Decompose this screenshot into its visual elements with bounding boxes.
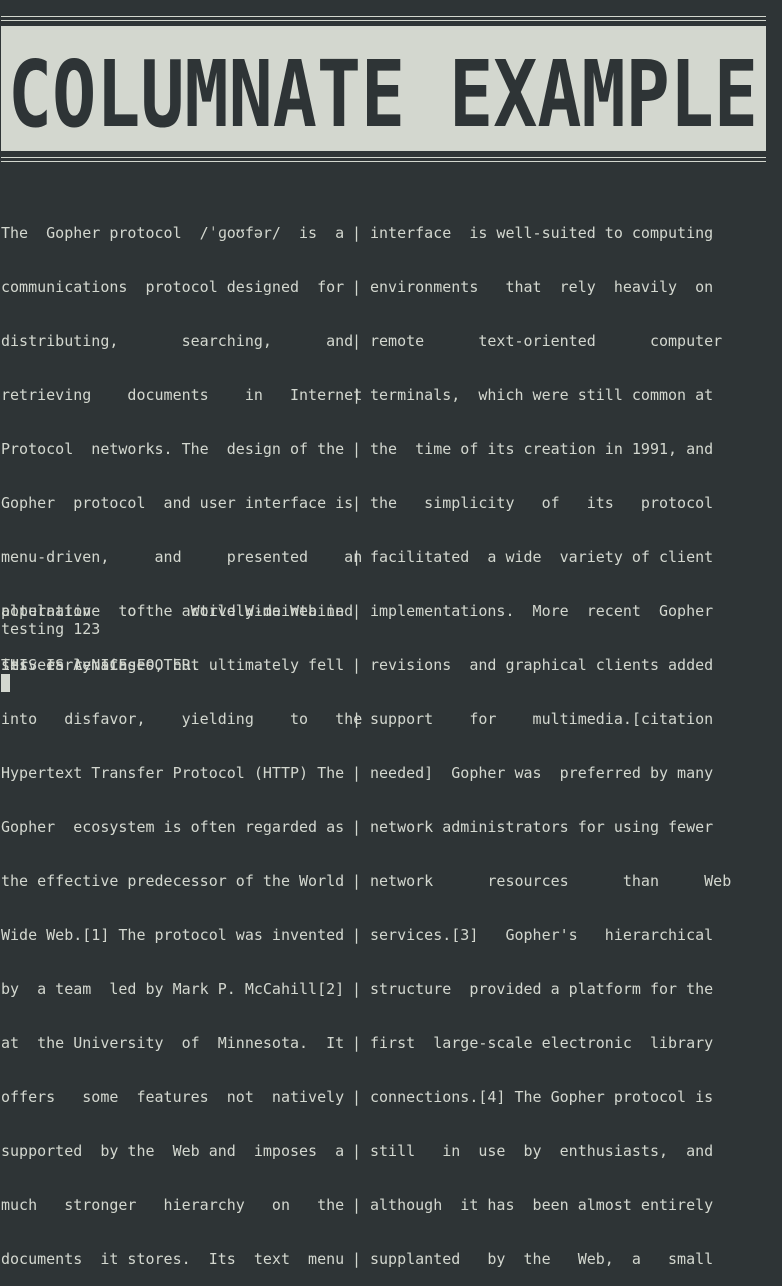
top-rule-1: [1, 16, 766, 17]
right-line: first large-scale electronic library: [370, 1034, 714, 1052]
right-line: the simplicity of its protocol: [370, 494, 714, 512]
right-line: connections.[4] The Gopher protocol is: [370, 1088, 714, 1106]
right-line: remote text-oriented computer: [370, 332, 723, 350]
separator-bar: |: [352, 656, 362, 674]
right-line: services.[3] Gopher's hierarchical: [370, 926, 714, 944]
left-line: Gopher ecosystem is often regarded as: [1, 818, 345, 836]
top-rule-2: [1, 20, 766, 21]
right-line: still in use by enthusiasts, and: [370, 1142, 714, 1160]
right-line: network resources than Web: [370, 872, 732, 890]
column-separator: | | | | | | | | | | | | | | | | | | | |: [352, 188, 370, 1286]
left-line: communications protocol designed for: [1, 278, 345, 296]
left-line: much stronger hierarchy on the: [1, 1196, 345, 1214]
separator-bar: |: [352, 764, 362, 782]
separator-bar: |: [352, 926, 362, 944]
separator-bar: |: [352, 332, 362, 350]
right-line: structure provided a platform for the: [370, 980, 714, 998]
separator-bar: |: [352, 224, 362, 242]
separator-bar: |: [352, 818, 362, 836]
right-line: implementations. More recent Gopher: [370, 602, 714, 620]
left-line: by a team led by Mark P. McCahill[2]: [1, 980, 345, 998]
left-column: The Gopher protocol /ˈɡoʊfər/ is a commu…: [1, 188, 362, 1286]
separator-bar: |: [352, 1142, 362, 1160]
separator-bar: |: [352, 1034, 362, 1052]
right-line: although it has been almost entirely: [370, 1196, 714, 1214]
bottom-rule-1: [1, 157, 766, 158]
left-line: Wide Web.[1] The protocol was invented: [1, 926, 345, 944]
left-line: The Gopher protocol /ˈɡoʊfər/ is a: [1, 224, 345, 242]
separator-bar: |: [352, 602, 362, 620]
right-line: supplanted by the Web, a small: [370, 1250, 714, 1268]
separator-bar: |: [352, 440, 362, 458]
left-line: Gopher protocol and user interface is: [1, 494, 354, 512]
separator-bar: |: [352, 1196, 362, 1214]
left-line: Protocol networks. The design of the: [1, 440, 345, 458]
bottom-rule-2: [1, 161, 766, 162]
separator-bar: |: [352, 1250, 362, 1268]
right-line: interface is well-suited to computing: [370, 224, 714, 242]
left-line: menu-driven, and presented an: [1, 548, 363, 566]
test-line: testing 123: [1, 620, 101, 638]
footer: THIS IS A NICE FOOTER.: [1, 656, 200, 674]
right-column: interface is well-suited to computing en…: [370, 188, 731, 1286]
left-line: the effective predecessor of the World: [1, 872, 345, 890]
separator-bar: |: [352, 494, 362, 512]
left-line: at the University of Minnesota. It: [1, 1034, 345, 1052]
right-line: the time of its creation in 1991, and: [370, 440, 714, 458]
banner-title: COLUMNATE EXAMPLE: [8, 41, 758, 148]
terminal-cursor[interactable]: [1, 674, 10, 692]
right-line: revisions and graphical clients added: [370, 656, 714, 674]
right-line: needed] Gopher was preferred by many: [370, 764, 714, 782]
separator-bar: |: [352, 980, 362, 998]
left-line: Hypertext Transfer Protocol (HTTP) The: [1, 764, 345, 782]
right-line: facilitated a wide variety of client: [370, 548, 714, 566]
separator-bar: |: [352, 278, 362, 296]
left-line: supported by the Web and imposes a: [1, 1142, 345, 1160]
separator-bar: |: [352, 872, 362, 890]
continuation-line: population of actively-maintained: [1, 602, 354, 620]
separator-bar: |: [352, 710, 362, 728]
left-line: documents it stores. Its text menu: [1, 1250, 345, 1268]
left-line: offers some features not natively: [1, 1088, 345, 1106]
separator-bar: |: [352, 386, 362, 404]
right-line: terminals, which were still common at: [370, 386, 714, 404]
banner: COLUMNATE EXAMPLE: [1, 26, 766, 151]
left-line: distributing, searching, and: [1, 332, 354, 350]
left-line: into disfavor, yielding to the: [1, 710, 363, 728]
banner-title-text: COLUMNATE EXAMPLE: [8, 41, 758, 148]
right-line: support for multimedia.[citation: [370, 710, 714, 728]
left-line: retrieving documents in Internet: [1, 386, 363, 404]
separator-bar: |: [352, 548, 362, 566]
right-line: network administrators for using fewer: [370, 818, 714, 836]
right-line: environments that rely heavily on: [370, 278, 714, 296]
separator-bar: |: [352, 1088, 362, 1106]
